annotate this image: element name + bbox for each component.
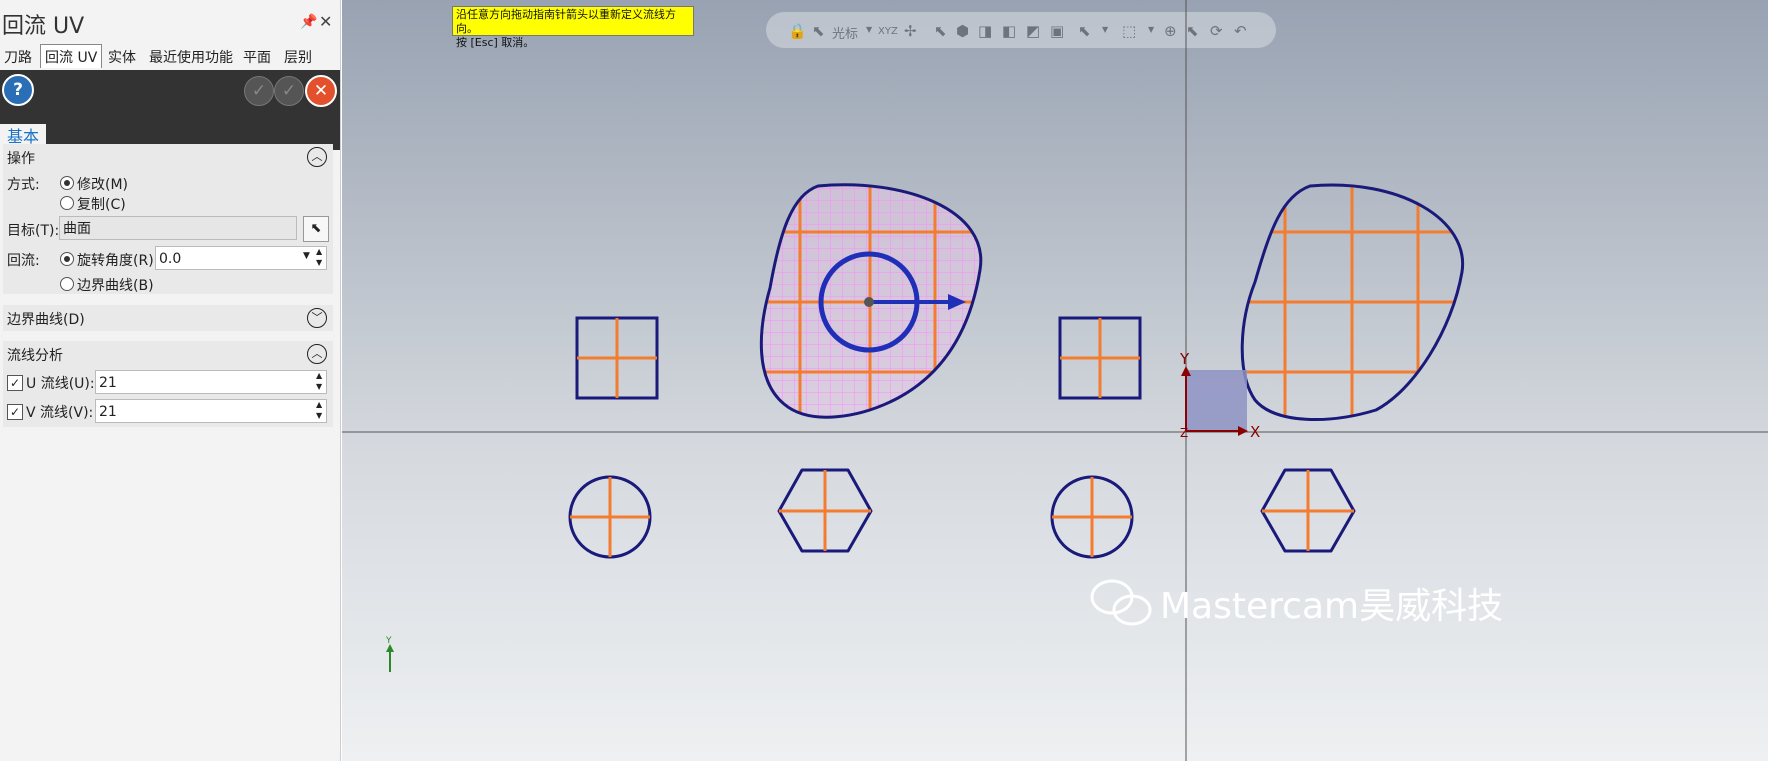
wechat-logo-icon	[1090, 579, 1152, 626]
watermark-text: Mastercam昊威科技	[1160, 586, 1503, 627]
circle-left[interactable]	[568, 475, 652, 559]
hexagon-right[interactable]	[1260, 468, 1356, 553]
watermark: Mastercam昊威科技	[1090, 579, 1503, 627]
result-flowlines	[1242, 185, 1463, 420]
geometry-canvas: X Y Z Y Mastercam昊威科技	[342, 0, 1768, 761]
axis-x-label: X	[1250, 423, 1260, 441]
xy-plane-square	[1187, 370, 1247, 430]
square-right[interactable]	[1058, 316, 1142, 400]
axis-z-label: Z	[1180, 426, 1188, 440]
hexagon-left[interactable]	[777, 468, 873, 553]
square-left[interactable]	[575, 316, 659, 400]
view-indicator: Y	[385, 636, 394, 672]
wcs-gnomon: X Y Z	[1179, 350, 1260, 441]
compass-center	[864, 297, 874, 307]
circle-right[interactable]	[1050, 475, 1134, 559]
result-surface[interactable]	[1230, 170, 1480, 440]
axis-y-label: Y	[1179, 350, 1190, 368]
small-axis-y-label: Y	[385, 636, 392, 646]
